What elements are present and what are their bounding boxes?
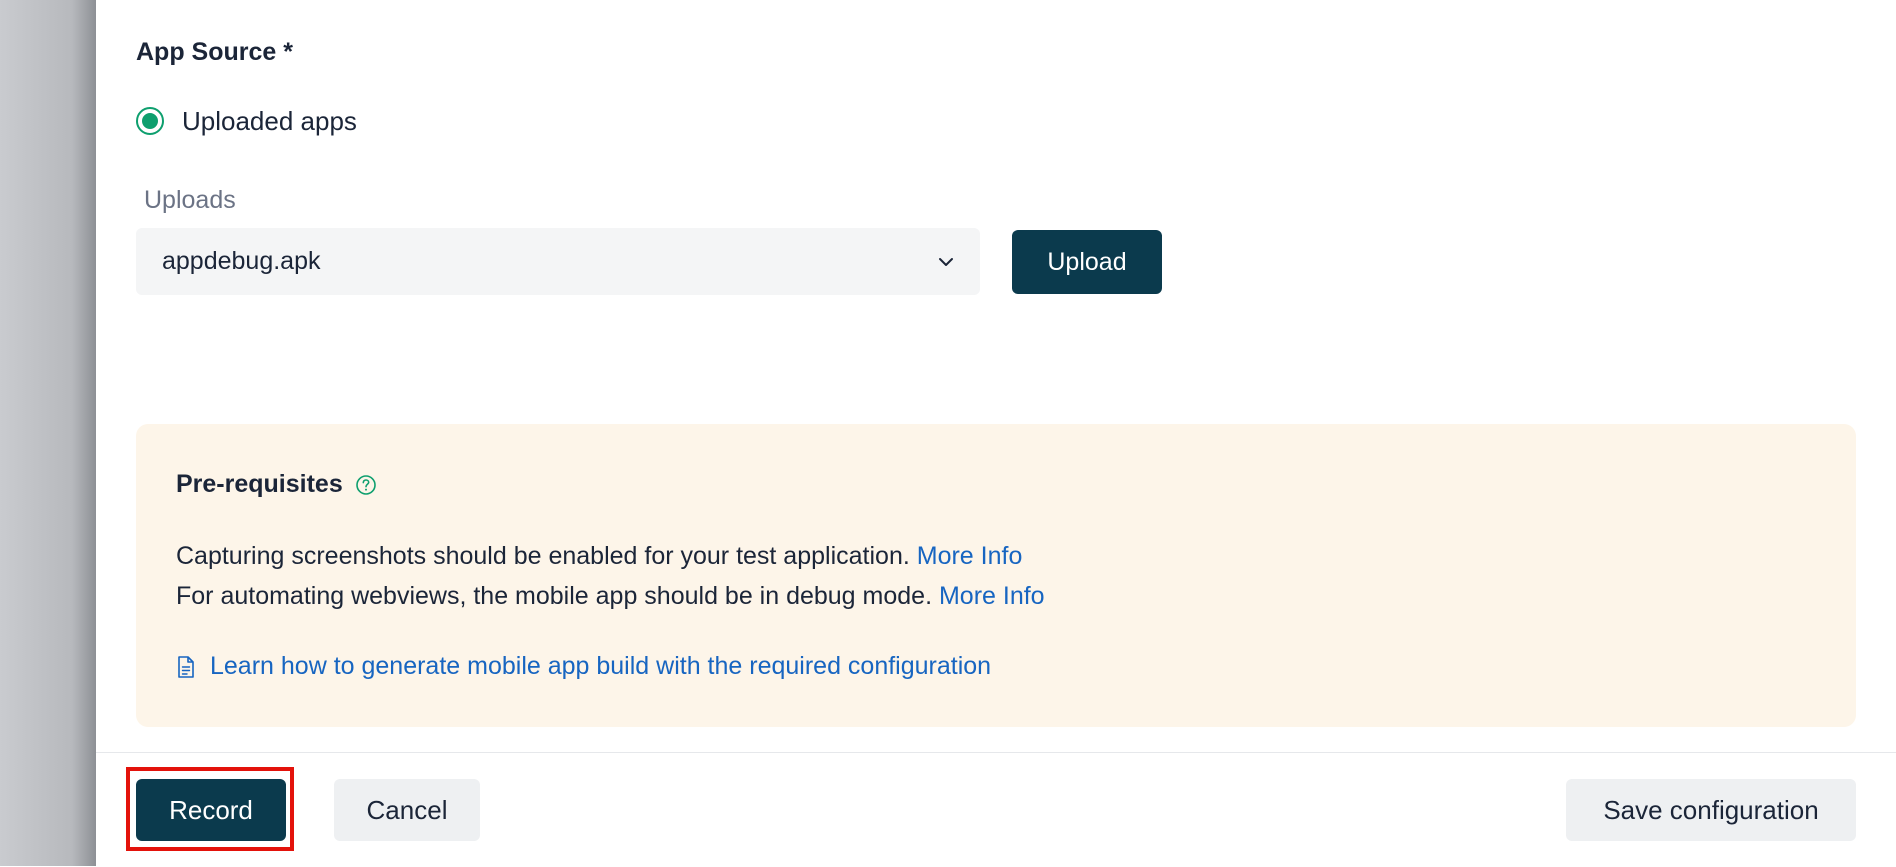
prerequisite-screenshots: Capturing screenshots should be enabled … <box>176 542 1022 571</box>
uploads-select[interactable]: appdebug.apk <box>136 228 980 295</box>
more-info-link-screenshots[interactable]: More Info <box>917 542 1023 570</box>
upload-button[interactable]: Upload <box>1012 230 1162 294</box>
uploaded-apps-radio-option[interactable]: Uploaded apps <box>136 104 357 138</box>
uploaded-apps-label: Uploaded apps <box>182 105 357 136</box>
prerequisite-webviews-text: For automating webviews, the mobile app … <box>176 582 933 610</box>
uploads-label: Uploads <box>144 186 236 214</box>
prerequisites-notice: Pre-requisites Capturing screenshots sho… <box>136 424 1856 727</box>
uploaded-apps-radio[interactable] <box>136 107 164 135</box>
learn-build-row[interactable]: Learn how to generate mobile app build w… <box>176 652 991 681</box>
cancel-button[interactable]: Cancel <box>334 779 480 841</box>
learn-build-config-link[interactable]: Learn how to generate mobile app build w… <box>210 652 991 681</box>
document-icon <box>176 655 196 679</box>
app-source-title: App Source * <box>136 38 293 66</box>
question-circle-icon[interactable] <box>355 474 377 496</box>
radio-selected-dot <box>142 113 158 129</box>
prerequisite-webviews: For automating webviews, the mobile app … <box>176 582 1045 611</box>
prerequisites-header: Pre-requisites <box>176 470 377 499</box>
more-info-link-webviews[interactable]: More Info <box>939 582 1045 610</box>
configuration-panel: App Source * Uploaded apps Uploads appde… <box>96 0 1896 867</box>
prerequisites-title: Pre-requisites <box>176 470 343 498</box>
uploads-selected-value: appdebug.apk <box>162 247 321 275</box>
modal-backdrop <box>0 0 96 866</box>
footer-actions: Record Cancel Save configuration <box>96 752 1896 867</box>
chevron-down-icon <box>938 254 954 270</box>
save-configuration-button[interactable]: Save configuration <box>1566 779 1856 841</box>
record-button[interactable]: Record <box>136 779 286 841</box>
prerequisite-screenshots-text: Capturing screenshots should be enabled … <box>176 542 910 570</box>
